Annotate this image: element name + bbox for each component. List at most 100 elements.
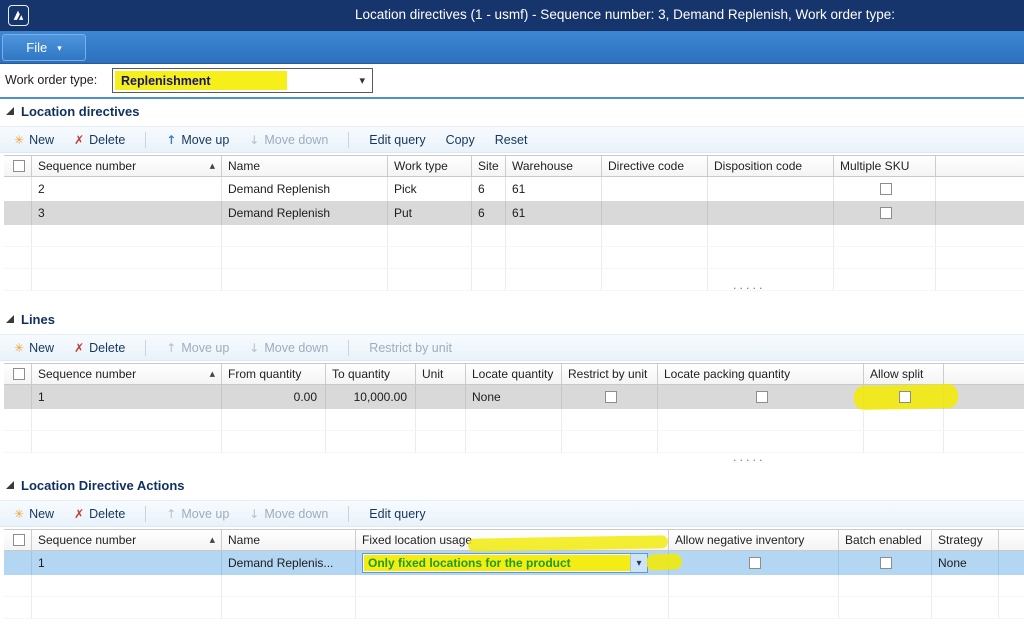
more-rows-indicator[interactable]: ·····: [733, 454, 765, 467]
multiple-sku-checkbox[interactable]: [880, 183, 892, 195]
column-header-batch-enabled[interactable]: Batch enabled: [839, 530, 932, 550]
new-button[interactable]: ✳ New: [14, 341, 54, 355]
column-header-label: Allow negative inventory: [675, 533, 804, 547]
select-all-checkbox-cell[interactable]: [4, 156, 32, 176]
grid-row[interactable]: 2 Demand Replenish Pick 6 61: [4, 177, 1024, 201]
column-header-sequence-number[interactable]: Sequence number ▲: [32, 364, 222, 384]
column-header-name[interactable]: Name: [222, 156, 388, 176]
column-header-label: Unit: [422, 367, 443, 381]
allow-split-checkbox[interactable]: [899, 391, 911, 403]
move-up-icon: ↑: [166, 508, 176, 520]
column-header-strategy[interactable]: Strategy: [932, 530, 999, 550]
column-header-directive-code[interactable]: Directive code: [602, 156, 708, 176]
section-header-location-directive-actions[interactable]: Location Directive Actions: [0, 474, 1024, 496]
column-header-multiple-sku[interactable]: Multiple SKU: [834, 156, 936, 176]
column-header-sequence-number[interactable]: Sequence number ▲: [32, 156, 222, 176]
move-down-button[interactable]: ↓ Move down: [249, 133, 328, 147]
column-header-site[interactable]: Site: [472, 156, 506, 176]
column-header-allow-split[interactable]: Allow split: [864, 364, 944, 384]
toolbar-separator: [145, 132, 146, 148]
column-header-fixed-location-usage[interactable]: Fixed location usage: [356, 530, 669, 550]
move-up-button[interactable]: ↑ Move up: [166, 507, 229, 521]
column-header-sequence-number[interactable]: Sequence number ▲: [32, 530, 222, 550]
select-all-checkbox[interactable]: [13, 160, 25, 172]
work-order-type-row: Work order type: Replenishment ▾: [0, 64, 1024, 97]
delete-icon: ✗: [74, 342, 84, 354]
section-header-location-directives[interactable]: Location directives: [0, 100, 1024, 122]
column-header-unit[interactable]: Unit: [416, 364, 466, 384]
cell-warehouse: 61: [506, 177, 602, 201]
cell-multiple-sku: [834, 177, 936, 201]
chevron-down-icon[interactable]: ▾: [630, 554, 647, 572]
select-all-checkbox-cell[interactable]: [4, 364, 32, 384]
delete-button[interactable]: ✗ Delete: [74, 507, 125, 521]
move-down-button[interactable]: ↓ Move down: [249, 507, 328, 521]
move-up-button[interactable]: ↑ Move up: [166, 133, 229, 147]
column-header-disposition-code[interactable]: Disposition code: [708, 156, 834, 176]
section-location-directive-actions: Location Directive Actions ✳ New ✗ Delet…: [0, 474, 1024, 619]
restrict-by-unit-checkbox[interactable]: [605, 391, 617, 403]
edit-query-button[interactable]: Edit query: [369, 133, 425, 147]
new-icon: ✳: [14, 508, 24, 520]
multiple-sku-checkbox[interactable]: [880, 207, 892, 219]
move-up-button[interactable]: ↑ Move up: [166, 341, 229, 355]
new-button-label: New: [29, 341, 54, 355]
new-button[interactable]: ✳ New: [14, 507, 54, 521]
new-button[interactable]: ✳ New: [14, 133, 54, 147]
column-header-to-quantity[interactable]: To quantity: [326, 364, 416, 384]
chevron-down-icon[interactable]: ▾: [359, 74, 365, 87]
move-up-button-label: Move up: [181, 507, 229, 521]
grid-row-selected[interactable]: 1 0.00 10,000.00 None: [4, 385, 1024, 409]
row-selector-cell[interactable]: [4, 177, 32, 201]
row-selector-cell[interactable]: [4, 201, 32, 225]
delete-button-label: Delete: [89, 133, 125, 147]
copy-button[interactable]: Copy: [446, 133, 475, 147]
file-menu-button[interactable]: File ▾: [2, 34, 86, 61]
grid-row-selected[interactable]: 3 Demand Replenish Put 6 61: [4, 201, 1024, 225]
column-header-work-type[interactable]: Work type: [388, 156, 472, 176]
move-down-icon: ↓: [249, 508, 259, 520]
select-all-checkbox[interactable]: [13, 534, 25, 546]
locate-packing-quantity-checkbox[interactable]: [756, 391, 768, 403]
column-header-label: Allow split: [870, 367, 923, 381]
restrict-by-unit-button[interactable]: Restrict by unit: [369, 341, 452, 355]
cell-site: 6: [472, 201, 506, 225]
edit-query-button[interactable]: Edit query: [369, 507, 425, 521]
column-header-name[interactable]: Name: [222, 530, 356, 550]
column-header-restrict-by-unit[interactable]: Restrict by unit: [562, 364, 658, 384]
restrict-by-unit-button-label: Restrict by unit: [369, 341, 452, 355]
section-title: Lines: [21, 312, 55, 327]
column-header-from-quantity[interactable]: From quantity: [222, 364, 326, 384]
column-header-locate-quantity[interactable]: Locate quantity: [466, 364, 562, 384]
cell-sequence-number: 1: [32, 551, 222, 575]
batch-enabled-checkbox[interactable]: [880, 557, 892, 569]
collapse-triangle-icon: [6, 315, 14, 323]
more-rows-indicator[interactable]: ·····: [733, 282, 765, 295]
allow-negative-inventory-checkbox[interactable]: [749, 557, 761, 569]
lines-grid-header: Sequence number ▲ From quantity To quant…: [4, 363, 1024, 385]
move-down-button[interactable]: ↓ Move down: [249, 341, 328, 355]
section-header-lines[interactable]: Lines: [0, 308, 1024, 330]
delete-button[interactable]: ✗ Delete: [74, 341, 125, 355]
reset-button[interactable]: Reset: [495, 133, 528, 147]
header-filler: [936, 156, 1024, 176]
select-all-checkbox-cell[interactable]: [4, 530, 32, 550]
column-header-locate-packing-quantity[interactable]: Locate packing quantity: [658, 364, 864, 384]
row-selector-cell[interactable]: [4, 385, 32, 409]
fixed-location-usage-combobox[interactable]: Only fixed locations for the product ▾: [362, 553, 648, 573]
cell-sequence-number: 1: [32, 385, 222, 409]
row-selector-cell[interactable]: [4, 551, 32, 575]
directives-grid: Sequence number ▲ Name Work type Site Wa…: [0, 155, 1024, 291]
column-header-warehouse[interactable]: Warehouse: [506, 156, 602, 176]
delete-button[interactable]: ✗ Delete: [74, 133, 125, 147]
grid-row-selected[interactable]: 1 Demand Replenis... Only fixed location…: [4, 551, 1024, 575]
row-filler: [944, 385, 1024, 409]
toolbar-separator: [145, 506, 146, 522]
select-all-checkbox[interactable]: [13, 368, 25, 380]
work-order-type-combobox[interactable]: Replenishment ▾: [112, 68, 373, 93]
cell-allow-negative-inventory: [669, 551, 839, 575]
toolbar-separator: [348, 506, 349, 522]
work-order-type-value: Replenishment: [121, 74, 211, 88]
column-header-allow-negative-inventory[interactable]: Allow negative inventory: [669, 530, 839, 550]
cell-unit: [416, 385, 466, 409]
